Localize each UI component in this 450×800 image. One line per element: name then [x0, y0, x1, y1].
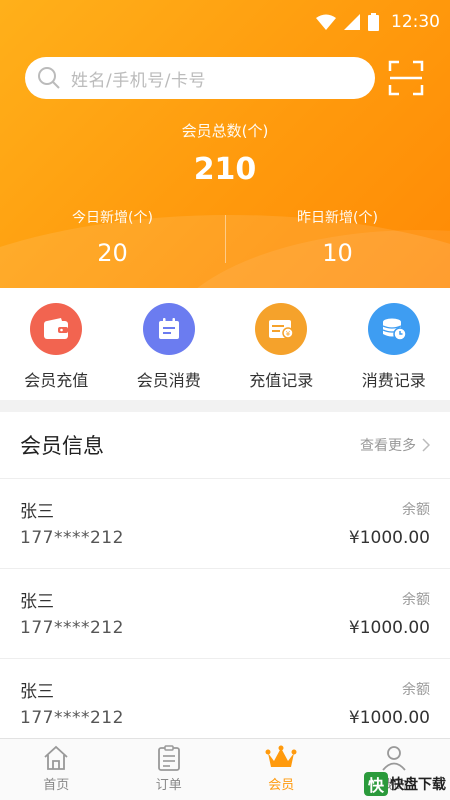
member-balance: ¥1000.00 [348, 618, 430, 638]
search-icon [38, 67, 60, 89]
watermark-mark: 快 [364, 772, 388, 796]
member-row[interactable]: 张三 177****212 余额 ¥1000.00 [0, 479, 450, 569]
member-info-section: 会员信息 查看更多 张三 177****212 余额 ¥1000.00 张三 1… [0, 412, 450, 738]
bottom-tab-bar: 首页 订单 会员 我的 快 快盘下载 [0, 738, 450, 800]
member-name: 张三 [20, 682, 54, 702]
chevron-right-icon [422, 438, 430, 452]
signal-icon [344, 14, 360, 30]
yesterday-new-stat: 昨日新增(个) 10 [225, 207, 450, 267]
search-input[interactable]: 姓名/手机号/卡号 [25, 57, 375, 99]
coins-clock-icon [367, 303, 420, 355]
member-phone: 177****212 [20, 708, 124, 728]
total-members-label: 会员总数(个) [181, 122, 269, 140]
today-new-stat: 今日新增(个) 20 [0, 207, 225, 267]
search-placeholder: 姓名/手机号/卡号 [71, 70, 206, 91]
recharge-records-button[interactable]: ¥ 充值记录 [225, 288, 338, 400]
member-balance: ¥1000.00 [348, 528, 430, 548]
recharge-button[interactable]: 会员充值 [0, 288, 113, 400]
quick-action-label: 充值记录 [249, 371, 314, 390]
quick-action-label: 消费记录 [361, 371, 426, 390]
consume-button[interactable]: 会员消费 [113, 288, 226, 400]
balance-label: 余额 [402, 682, 430, 698]
member-info-title: 会员信息 [20, 434, 104, 458]
member-balance: ¥1000.00 [348, 708, 430, 728]
member-info-header: 会员信息 查看更多 [0, 412, 450, 479]
tab-home[interactable]: 首页 [0, 739, 113, 800]
crown-icon [265, 745, 297, 767]
user-icon [382, 746, 406, 771]
today-new-label: 今日新增(个) [72, 210, 153, 226]
scan-icon[interactable] [388, 60, 424, 96]
watermark-logo: 快 快盘下载 [364, 772, 446, 796]
calendar-icon [142, 303, 195, 355]
yesterday-new-value: 10 [322, 239, 353, 267]
yesterday-new-label: 昨日新增(个) [297, 210, 378, 226]
order-icon [157, 745, 180, 771]
today-new-value: 20 [97, 239, 128, 267]
tab-members[interactable]: 会员 [225, 739, 338, 800]
member-row[interactable]: 张三 177****212 余额 ¥1000.00 [0, 659, 450, 738]
member-row[interactable]: 张三 177****212 余额 ¥1000.00 [0, 569, 450, 659]
view-more-label: 查看更多 [360, 438, 416, 454]
quick-action-label: 会员消费 [136, 371, 201, 390]
tab-label: 订单 [155, 778, 182, 793]
wallet-icon [30, 303, 83, 355]
quick-actions: 会员充值 会员消费 ¥ 充值记录 消费记录 [0, 288, 450, 400]
header-panel: 12:30 姓名/手机号/卡号 会员总数(个) 210 今日新增(个) 20 昨… [0, 0, 450, 288]
record-icon: ¥ [255, 303, 308, 355]
member-phone: 177****212 [20, 528, 124, 548]
home-icon [44, 745, 68, 770]
tab-label: 会员 [268, 778, 295, 793]
status-time: 12:30 [391, 12, 440, 32]
member-phone: 177****212 [20, 618, 124, 638]
consume-records-button[interactable]: 消费记录 [338, 288, 450, 400]
wifi-icon [316, 14, 336, 30]
battery-icon [368, 13, 379, 31]
tab-orders[interactable]: 订单 [113, 739, 226, 800]
member-name: 张三 [20, 502, 54, 522]
tab-label: 首页 [43, 778, 70, 793]
member-name: 张三 [20, 592, 54, 612]
quick-action-label: 会员充值 [24, 371, 89, 390]
balance-label: 余额 [402, 592, 430, 608]
total-members-value: 210 [193, 152, 257, 187]
status-bar: 12:30 [316, 8, 440, 36]
view-more-link[interactable]: 查看更多 [360, 435, 430, 455]
watermark-text: 快盘下载 [390, 777, 446, 793]
balance-label: 余额 [402, 502, 430, 518]
svg-text:¥: ¥ [286, 330, 291, 338]
